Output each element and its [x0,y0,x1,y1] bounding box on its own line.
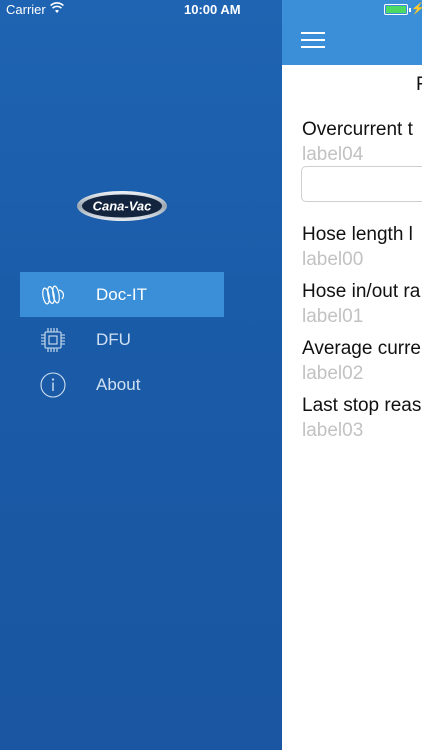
field-value-last-stop: label03 [302,420,364,441]
menu-item-doc-it[interactable]: Doc-IT [20,272,224,317]
drawer-menu: Doc-IT DFU About [20,272,224,407]
hamburger-menu-icon[interactable] [301,32,325,50]
side-drawer: Cana-Vac Doc-IT DFU About [0,0,282,750]
docit-icon [42,285,65,305]
menu-item-dfu[interactable]: DFU [20,317,224,362]
field-value-hose-length: label00 [302,249,364,270]
field-value-overcurrent: label04 [302,144,364,165]
field-value-hose-in-out: label01 [302,306,364,327]
wifi-icon [50,2,64,13]
charging-icon: ⚡ [411,3,422,15]
overcurrent-input[interactable] [301,166,422,202]
clock-label: 10:00 AM [184,2,241,17]
menu-item-label: DFU [96,330,131,349]
info-icon [40,372,66,398]
status-bar: Carrier 10:00 AM ⚡ [0,0,422,20]
chip-icon [41,328,65,352]
menu-item-label: Doc-IT [96,285,147,304]
carrier-label: Carrier [6,2,46,17]
menu-item-label: About [96,375,141,394]
field-value-average-current: label02 [302,363,364,384]
menu-item-about[interactable]: About [20,362,224,407]
field-title-average-current: Average curre [302,338,421,359]
field-title-last-stop: Last stop reas [302,395,422,416]
field-title-hose-length: Hose length l [302,224,413,245]
field-title-hose-in-out: Hose in/out ra [302,281,421,302]
battery-icon [384,4,411,15]
svg-text:Cana-Vac: Cana-Vac [93,199,153,214]
field-title-overcurrent: Overcurrent t [302,119,413,140]
content-panel: F Overcurrent t label04 Hose length l la… [282,0,422,750]
page-title: F [416,74,422,95]
cana-vac-logo: Cana-Vac [77,191,167,221]
